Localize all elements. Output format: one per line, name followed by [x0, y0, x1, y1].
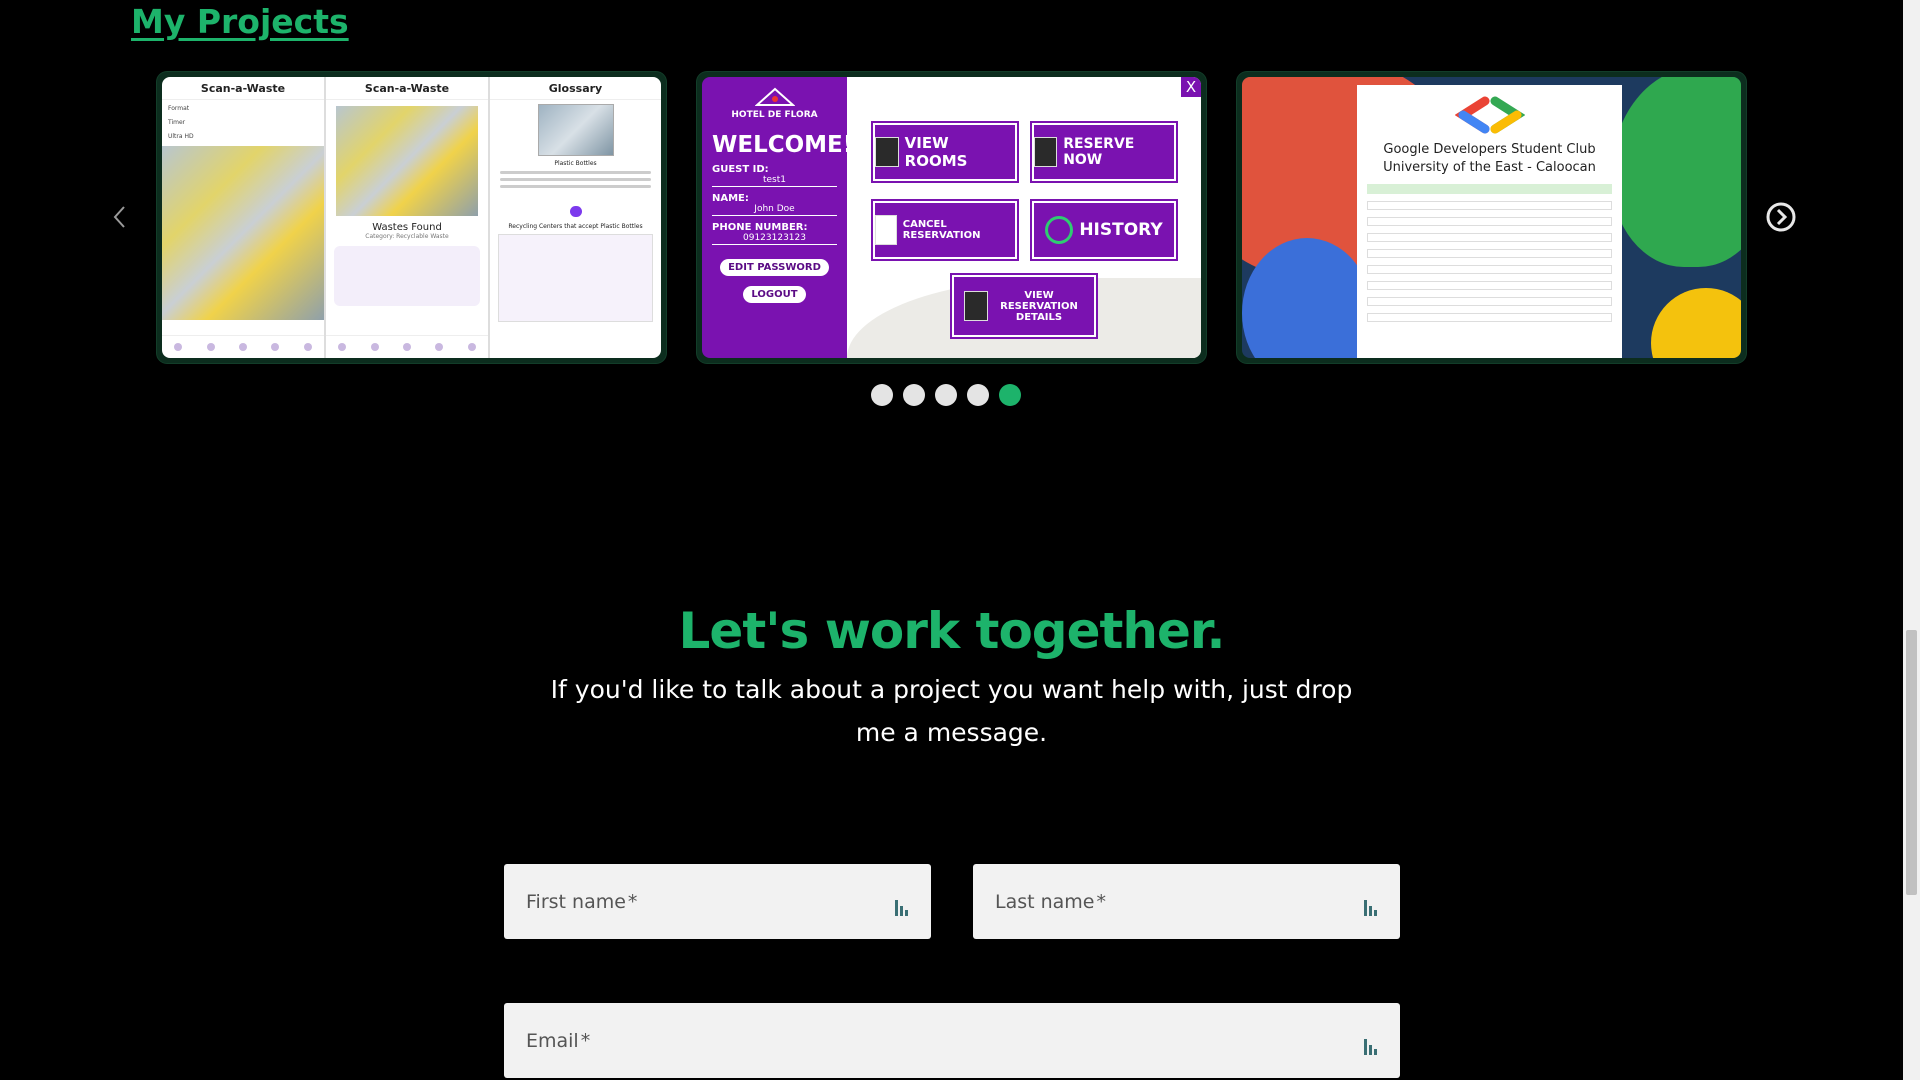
- phone-value: 09123123123: [712, 233, 837, 245]
- screen-heading: Plastic Bottles: [554, 160, 597, 167]
- edit-password-button: EDIT PASSWORD: [720, 259, 829, 276]
- carousel-dot-2[interactable]: [903, 384, 925, 406]
- contact-text: If you'd like to talk about a project yo…: [550, 675, 1353, 747]
- chevron-right-circle-icon: [1766, 202, 1796, 232]
- tab-bar: [162, 335, 324, 358]
- carousel-next-button[interactable]: [1766, 202, 1796, 232]
- hotel-logo: HOTEL DE FLORA: [712, 87, 837, 120]
- last-name-label: Last name: [995, 890, 1095, 913]
- carousel-dot-1[interactable]: [871, 384, 893, 406]
- project-slide-hotel-de-flora[interactable]: HOTEL DE FLORA WELCOME! GUEST ID: test1 …: [697, 72, 1206, 363]
- screen-title: Glossary: [490, 77, 661, 100]
- gdsc-logo-icon: [1454, 96, 1525, 134]
- scrollbar-thumb[interactable]: [1906, 630, 1917, 895]
- hotel-sidebar: HOTEL DE FLORA WELCOME! GUEST ID: test1 …: [702, 77, 854, 358]
- screen-heading: Wastes Found: [372, 222, 442, 233]
- guest-id-label: GUEST ID:: [712, 164, 769, 175]
- phone-label: PHONE NUMBER:: [712, 222, 808, 233]
- autofill-icon: [1364, 1037, 1378, 1055]
- screen-sub: Category: Recyclable Waste: [365, 233, 449, 240]
- view-rooms-button: VIEW ROOMS: [873, 123, 1017, 181]
- registration-form: Google Developers Student Club Universit…: [1357, 85, 1622, 358]
- close-icon: X: [1181, 77, 1201, 97]
- app-screen: Glossary Plastic Bottles ​ Recycling Cen…: [490, 77, 661, 358]
- required-mark: *: [627, 890, 638, 913]
- cancel-reservation-button: CANCEL RESERVATION: [873, 201, 1017, 259]
- projects-title[interactable]: My Projects: [131, 2, 349, 41]
- carousel-prev-button[interactable]: [104, 202, 134, 232]
- first-name-label: First name: [526, 890, 626, 913]
- hotel-logo-icon: [753, 87, 796, 106]
- slide-image: Google Developers Student Club Universit…: [1242, 77, 1741, 358]
- autofill-icon: [1364, 898, 1378, 916]
- calendar-icon: [875, 215, 897, 245]
- door-icon: [875, 137, 899, 167]
- required-mark: *: [580, 1029, 591, 1052]
- reserve-icon: [1034, 137, 1058, 167]
- carousel-dot-5[interactable]: [999, 384, 1021, 406]
- screen-title: Scan-a-Waste: [326, 77, 488, 100]
- email-label: Email: [526, 1029, 579, 1052]
- email-field[interactable]: Email *: [504, 1003, 1400, 1078]
- page: My Projects Scan-a-Waste Format Timer Ul…: [0, 0, 1920, 1080]
- autofill-icon: [895, 898, 909, 916]
- screen-title: Scan-a-Waste: [162, 77, 324, 100]
- required-mark: *: [1096, 890, 1107, 913]
- slide-image: HOTEL DE FLORA WELCOME! GUEST ID: test1 …: [702, 77, 1201, 358]
- slide-image: Scan-a-Waste Format Timer Ultra HD Scan-…: [162, 77, 661, 358]
- app-screen: Scan-a-Waste Wastes Found Category: Recy…: [326, 77, 490, 358]
- last-name-field[interactable]: Last name *: [973, 864, 1400, 939]
- camera-preview: [162, 146, 324, 320]
- screen-sub: Recycling Centers that accept Plastic Bo…: [508, 223, 643, 230]
- waste-photo: [336, 106, 478, 216]
- reserve-now-button: RESERVE NOW: [1032, 123, 1176, 181]
- phone-icon: [964, 291, 988, 321]
- hotel-welcome: WELCOME!: [712, 132, 854, 158]
- chevron-left-icon: [113, 206, 125, 228]
- page-scrollbar[interactable]: [1903, 0, 1920, 1080]
- history-button: HISTORY: [1032, 201, 1176, 259]
- setting-row: Ultra HD: [168, 133, 194, 140]
- setting-row: Format: [168, 105, 190, 112]
- tab-bar: [326, 335, 488, 358]
- carousel-dot-4[interactable]: [967, 384, 989, 406]
- gdsc-logo: [1367, 95, 1612, 139]
- project-slide-scan-a-waste[interactable]: Scan-a-Waste Format Timer Ultra HD Scan-…: [157, 72, 666, 363]
- gdsc-title: Google Developers Student Club: [1383, 142, 1596, 157]
- gdsc-subtitle: University of the East - Caloocan: [1383, 160, 1596, 176]
- contact-title: Let's work together.: [678, 602, 1226, 660]
- app-screen: Scan-a-Waste Format Timer Ultra HD: [162, 77, 326, 358]
- logout-button: LOGOUT: [743, 286, 806, 303]
- name-label: NAME:: [712, 193, 749, 204]
- carousel-dots: [871, 384, 1021, 406]
- first-name-field[interactable]: First name *: [504, 864, 931, 939]
- name-value: John Doe: [712, 204, 837, 216]
- guest-id-value: test1: [712, 175, 837, 187]
- project-slide-gdsc-form[interactable]: Google Developers Student Club Universit…: [1237, 72, 1746, 363]
- history-icon: [1045, 216, 1074, 244]
- view-reservation-details-button: VIEW RESERVATION DETAILS: [952, 275, 1096, 337]
- hotel-menu: VIEW ROOMS RESERVE NOW CANCEL RESERVATIO…: [847, 77, 1201, 358]
- setting-row: Timer: [168, 119, 186, 126]
- carousel-dot-3[interactable]: [935, 384, 957, 406]
